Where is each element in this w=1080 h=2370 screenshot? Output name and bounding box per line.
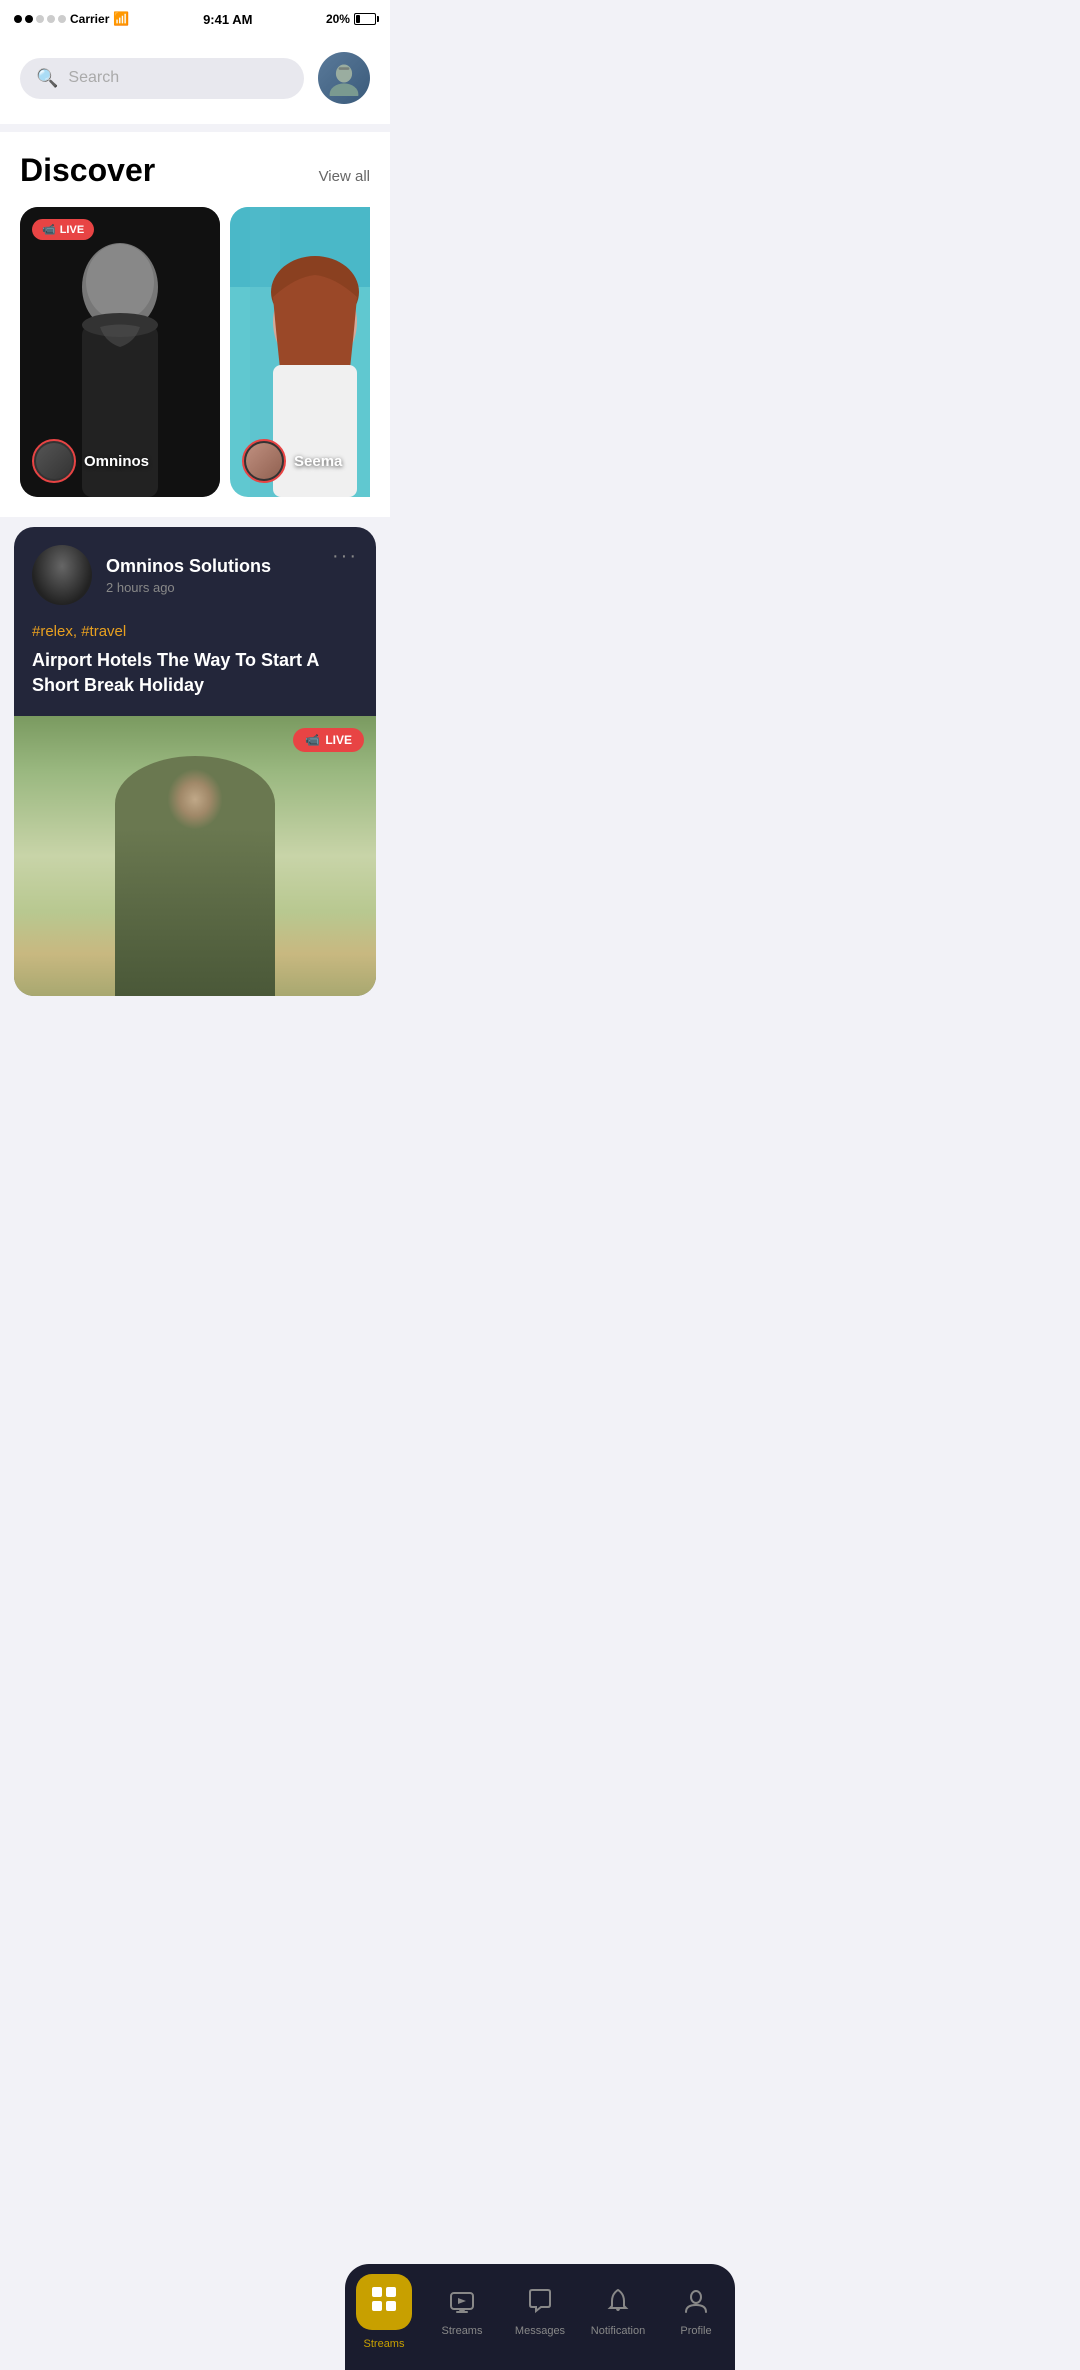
feed-user-info: Omninos Solutions 2 hours ago: [32, 545, 271, 605]
battery-icon: [354, 13, 376, 25]
nav-streams-label: Streams: [442, 2325, 483, 2337]
card-1-username: Omninos: [84, 453, 149, 470]
feed-avatar-inner: [32, 545, 92, 605]
nav-item-messages[interactable]: Messages: [501, 2288, 579, 2337]
card-2-avatar-inner: [246, 443, 282, 479]
status-bar: Carrier 📶 9:41 AM 20%: [0, 0, 390, 36]
search-icon: 🔍: [36, 68, 58, 89]
card-1-avatar-inner: [36, 443, 72, 479]
signal-dot-1: [14, 15, 22, 23]
feed-camera-icon: 📹: [305, 733, 320, 747]
signal-dot-3: [36, 15, 44, 23]
feed-header: Omninos Solutions 2 hours ago ···: [32, 545, 358, 605]
nav-messages-label: Messages: [515, 2325, 565, 2337]
live-badge-1: 📹 LIVE: [32, 219, 94, 240]
feed-live-badge: 📹 LIVE: [293, 728, 364, 752]
camera-icon: 📹: [42, 223, 56, 236]
streams-icon: [449, 2288, 475, 2321]
search-placeholder: Search: [68, 69, 119, 87]
card-2-username: Seema: [294, 453, 342, 470]
feed-post-title: Airport Hotels The Way To Start A Short …: [32, 648, 358, 698]
nav-home-label: Streams: [364, 2338, 405, 2350]
nav-notification-label: Notification: [591, 2325, 645, 2337]
card-2-avatar: [242, 439, 286, 483]
discover-section: Discover View all 📹 LIVE: [0, 132, 390, 517]
feed-more-button[interactable]: ···: [332, 545, 358, 568]
feed-user-text: Omninos Solutions 2 hours ago: [106, 556, 271, 595]
profile-icon: [683, 2288, 709, 2321]
discover-card-1[interactable]: 📹 LIVE Omninos: [20, 207, 220, 497]
battery-label: 20%: [326, 12, 350, 26]
feed-username: Omninos Solutions: [106, 556, 271, 577]
feed-section: Omninos Solutions 2 hours ago ··· #relex…: [14, 527, 376, 996]
status-time: 9:41 AM: [203, 12, 252, 27]
status-right: 20%: [326, 12, 376, 26]
status-left: Carrier 📶: [14, 11, 130, 27]
signal-dot-2: [25, 15, 33, 23]
discover-header: Discover View all: [20, 152, 370, 189]
user-avatar[interactable]: [318, 52, 370, 104]
nav-profile-label: Profile: [680, 2325, 711, 2337]
signal-dot-5: [58, 15, 66, 23]
card-1-avatar: [32, 439, 76, 483]
search-bar[interactable]: 🔍 Search: [20, 58, 304, 99]
discover-card-2[interactable]: Seema: [230, 207, 370, 497]
battery-fill: [356, 15, 360, 23]
nav-home-wrap: [356, 2274, 412, 2330]
discover-title: Discover: [20, 152, 155, 189]
signal-indicator: [14, 15, 66, 23]
signal-dot-4: [47, 15, 55, 23]
carrier-label: Carrier: [70, 12, 109, 26]
card-2-user: Seema: [242, 439, 342, 483]
feed-post-image: 📹 LIVE: [14, 716, 376, 996]
nav-item-profile[interactable]: Profile: [657, 2288, 735, 2337]
nav-item-streams[interactable]: Streams: [423, 2288, 501, 2337]
messages-icon: [527, 2288, 553, 2321]
feed-avatar: [32, 545, 92, 605]
feed-tags: #relex, #travel: [32, 623, 358, 640]
nav-item-notification[interactable]: Notification: [579, 2288, 657, 2337]
notification-icon: [605, 2288, 631, 2321]
feed-person-figure: [115, 756, 275, 996]
bottom-nav: Streams Streams Messages: [345, 2264, 735, 2370]
nav-item-home[interactable]: Streams: [345, 2274, 423, 2350]
discover-scroll: 📹 LIVE Omninos: [20, 207, 370, 517]
home-icon: [370, 2285, 398, 2320]
feed-time: 2 hours ago: [106, 580, 271, 595]
header: 🔍 Search: [0, 36, 390, 124]
view-all-button[interactable]: View all: [319, 168, 370, 185]
feed-scene-bg: [14, 716, 376, 996]
wifi-icon: 📶: [113, 11, 129, 27]
card-1-user: Omninos: [32, 439, 149, 483]
